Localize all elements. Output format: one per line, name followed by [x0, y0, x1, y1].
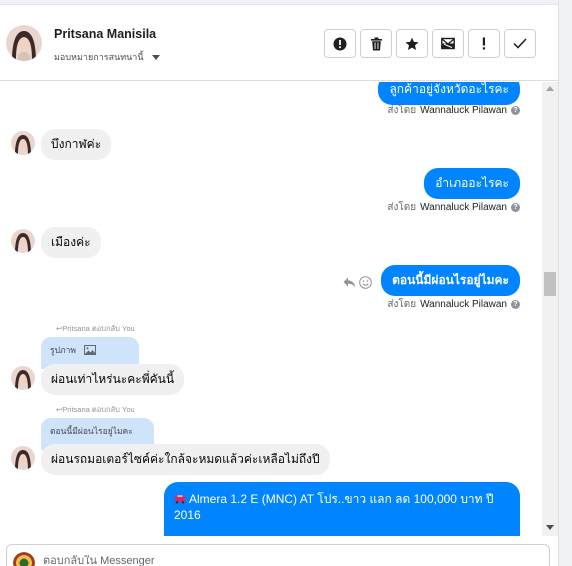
conversation-header: Pritsana Manisila มอบหมายการสนทนานี้ [0, 5, 558, 81]
incoming-message[interactable]: ผ่อนรถมอเตอร์ไซค์ค่ะใกล้จะหมดแล้วค่ะเหลื… [41, 444, 330, 475]
alert-circle-icon [333, 37, 347, 50]
message-thread[interactable]: ลูกค้าอยู่จังหวัดอะไรคะ ส่งโดย Wannaluck… [0, 82, 542, 536]
page-avatar [13, 552, 35, 566]
report-button[interactable] [324, 29, 356, 58]
contact-avatar[interactable] [6, 25, 42, 61]
sent-by-prefix: ส่งโดย [387, 105, 417, 116]
reply-note: ↩Pritsana ตอบกลับ You [56, 324, 135, 333]
sent-by-prefix: ส่งโดย [387, 299, 417, 310]
sent-by-label: ส่งโดย Wannaluck Pilawan ? [387, 297, 520, 312]
help-icon[interactable]: ? [511, 300, 520, 309]
scroll-up-arrow-icon[interactable] [546, 86, 554, 91]
incoming-message[interactable]: เมืองค่ะ [41, 227, 101, 258]
reply-composer[interactable] [6, 544, 550, 566]
link-title: Almera 1.2 E (MNC) AT โปร..ขาว แลก ลด 10… [174, 492, 494, 522]
delete-button[interactable] [360, 29, 392, 58]
outgoing-message[interactable]: ลูกค้าอยู่จังหวัดอะไรคะ [378, 82, 520, 105]
trash-icon [370, 37, 382, 50]
sent-by-name: Wannaluck Pilawan [420, 202, 507, 213]
image-icon [83, 345, 96, 355]
conversation-toolbar [324, 29, 536, 58]
assign-label: มอบหมายการสนทนานี้ [54, 52, 144, 62]
outgoing-message[interactable]: ตอนนี้มีผ่อนไรอยู่ไมคะ [381, 265, 520, 296]
message-actions [343, 276, 372, 289]
sent-by-label: ส่งโดย Wannaluck Pilawan ? [387, 103, 520, 118]
incoming-message[interactable]: ผ่อนเท่าไหร่นะคะพี่คันนี้ [41, 364, 185, 395]
contact-avatar-small[interactable] [11, 131, 35, 155]
contact-avatar-small[interactable] [11, 366, 35, 390]
mark-important-button[interactable] [468, 29, 500, 58]
sent-by-prefix: ส่งโดย [387, 202, 417, 213]
replied-text: รูปภาพ [50, 345, 76, 355]
chat-scrollbar[interactable] [542, 82, 558, 536]
sent-by-name: Wannaluck Pilawan [420, 299, 507, 310]
contact-avatar-small[interactable] [11, 446, 35, 470]
outgoing-message[interactable]: อำเภออะไรคะ [424, 168, 520, 199]
spam-button[interactable] [432, 29, 464, 58]
help-icon[interactable]: ? [511, 203, 520, 212]
replied-text: ตอนนี้มีผ่อนไรอยู่ไมคะ [50, 426, 133, 436]
reply-icon[interactable] [343, 277, 356, 288]
scroll-thumb[interactable] [544, 272, 556, 296]
help-icon[interactable]: ? [511, 106, 520, 115]
window-right-edge [558, 0, 572, 566]
emoji-react-icon[interactable] [359, 276, 372, 289]
outgoing-link-message[interactable]: Almera 1.2 E (MNC) AT โปร..ขาว แลก ลด 10… [164, 482, 520, 536]
mail-block-icon [441, 37, 455, 50]
contact-avatar-small[interactable] [11, 229, 35, 253]
car-emoji-icon [174, 494, 186, 504]
incoming-message[interactable]: บึงกาฬค่ะ [41, 129, 112, 160]
scroll-down-arrow-icon[interactable] [546, 525, 554, 530]
exclamation-icon [482, 37, 485, 50]
sent-by-name: Wannaluck Pilawan [420, 105, 507, 116]
chevron-down-icon [151, 54, 160, 60]
contact-name[interactable]: Pritsana Manisila [54, 27, 156, 41]
reply-input[interactable] [43, 555, 523, 566]
star-button[interactable] [396, 29, 428, 58]
reply-note: ↩Pritsana ตอบกลับ You [56, 405, 135, 414]
star-icon [405, 37, 419, 50]
sent-by-label: ส่งโดย Wannaluck Pilawan ? [387, 200, 520, 215]
assign-conversation-dropdown[interactable]: มอบหมายการสนทนานี้ [54, 50, 160, 64]
check-icon [513, 38, 527, 49]
done-button[interactable] [504, 29, 536, 58]
